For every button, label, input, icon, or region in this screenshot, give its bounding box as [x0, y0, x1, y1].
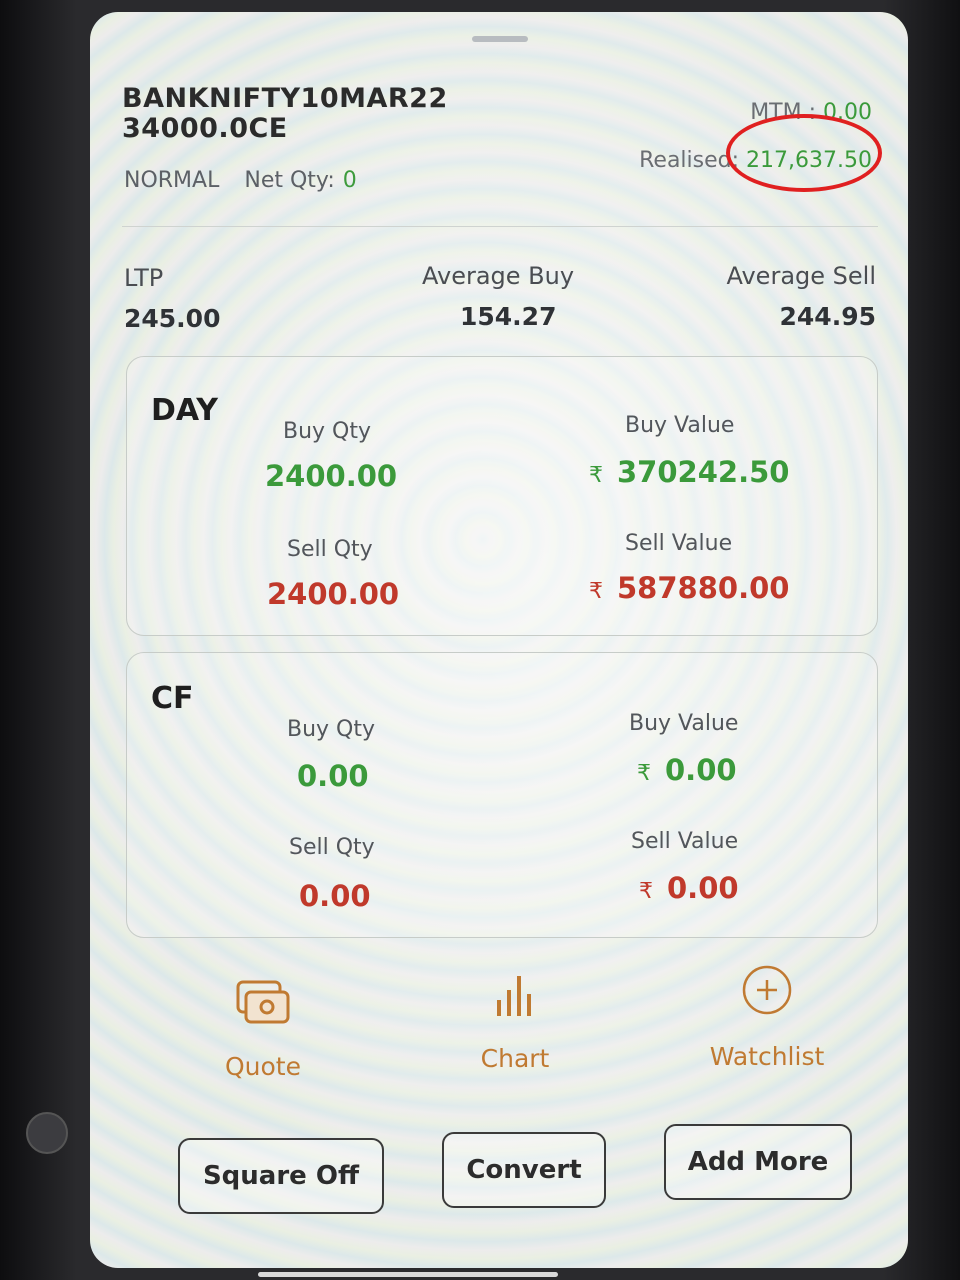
cf-buy-value-label: Buy Value — [629, 711, 739, 736]
drag-handle[interactable] — [472, 36, 528, 42]
cf-buy-value: ₹0.00 — [637, 753, 737, 787]
quote-icon — [236, 980, 290, 1024]
cf-buy-value-amount: 0.00 — [665, 753, 737, 787]
cf-title: CF — [151, 681, 194, 716]
cf-sell-qty-label: Sell Qty — [289, 835, 375, 860]
day-buy-value-amount: 370242.50 — [617, 455, 790, 489]
rupee-icon: ₹ — [589, 463, 603, 488]
home-indicator[interactable] — [258, 1272, 558, 1277]
symbol-line-1: BANKNIFTY10MAR22 — [122, 83, 448, 114]
ltp-value: 245.00 — [124, 304, 221, 333]
cf-sell-value-amount: 0.00 — [667, 871, 739, 905]
day-sell-qty-value: 2400.00 — [267, 577, 400, 611]
add-circle-icon — [742, 965, 792, 1015]
quote-label: Quote — [224, 1052, 301, 1081]
watchlist-label: Watchlist — [709, 1042, 825, 1071]
position-meta: NORMAL Net Qty: 0 — [124, 168, 393, 193]
realised-label: Realised: — [639, 148, 740, 173]
cf-summary-card: CF Buy Qty 0.00 Buy Value ₹0.00 Sell Qty… — [126, 652, 878, 938]
device-assistive-button[interactable] — [26, 1112, 68, 1154]
day-sell-qty-label: Sell Qty — [287, 537, 373, 562]
cf-sell-qty-value: 0.00 — [299, 879, 371, 913]
chart-action[interactable]: Chart — [450, 974, 580, 1073]
day-buy-value: ₹370242.50 — [589, 455, 789, 489]
day-summary-card: DAY Buy Qty 2400.00 Buy Value ₹370242.50… — [126, 356, 878, 636]
red-annotation-circle — [726, 114, 882, 192]
day-sell-value-label: Sell Value — [625, 531, 733, 556]
day-buy-qty-label: Buy Qty — [283, 419, 372, 444]
add-more-button[interactable]: Add More — [664, 1124, 852, 1200]
net-qty: Net Qty: 0 — [244, 168, 374, 193]
day-sell-value: ₹587880.00 — [589, 571, 789, 605]
net-qty-value: 0 — [342, 168, 357, 193]
cf-buy-qty-label: Buy Qty — [287, 717, 376, 742]
header-divider — [122, 226, 878, 227]
chart-label: Chart — [480, 1044, 550, 1073]
avg-buy-label: Average Buy — [422, 262, 575, 290]
avg-sell-value: 244.95 — [779, 302, 876, 331]
avg-buy-value: 154.27 — [460, 302, 557, 331]
ltp-label: LTP — [124, 264, 164, 292]
avg-sell-label: Average Sell — [726, 262, 876, 290]
watchlist-action[interactable]: Watchlist — [694, 964, 840, 1071]
cf-sell-value: ₹0.00 — [639, 871, 739, 905]
chart-icon — [497, 976, 531, 1016]
day-sell-value-amount: 587880.00 — [617, 571, 790, 605]
product-type: NORMAL — [124, 168, 220, 193]
rupee-icon: ₹ — [639, 879, 653, 904]
net-qty-label: Net Qty: — [244, 168, 335, 193]
day-title: DAY — [151, 393, 218, 428]
quote-action[interactable]: Quote — [198, 980, 328, 1081]
day-buy-qty-value: 2400.00 — [265, 459, 398, 493]
convert-button[interactable]: Convert — [442, 1132, 606, 1208]
day-buy-value-label: Buy Value — [625, 413, 735, 438]
cf-sell-value-label: Sell Value — [631, 829, 739, 854]
rupee-icon: ₹ — [589, 579, 603, 604]
symbol-line-2: 34000.0CE — [122, 113, 288, 144]
position-detail-sheet: BANKNIFTY10MAR22 34000.0CE NORMAL Net Qt… — [90, 12, 908, 1268]
square-off-button[interactable]: Square Off — [178, 1138, 384, 1214]
instrument-symbol: BANKNIFTY10MAR22 34000.0CE — [122, 84, 448, 144]
cf-buy-qty-value: 0.00 — [297, 759, 369, 793]
rupee-icon: ₹ — [637, 761, 651, 786]
